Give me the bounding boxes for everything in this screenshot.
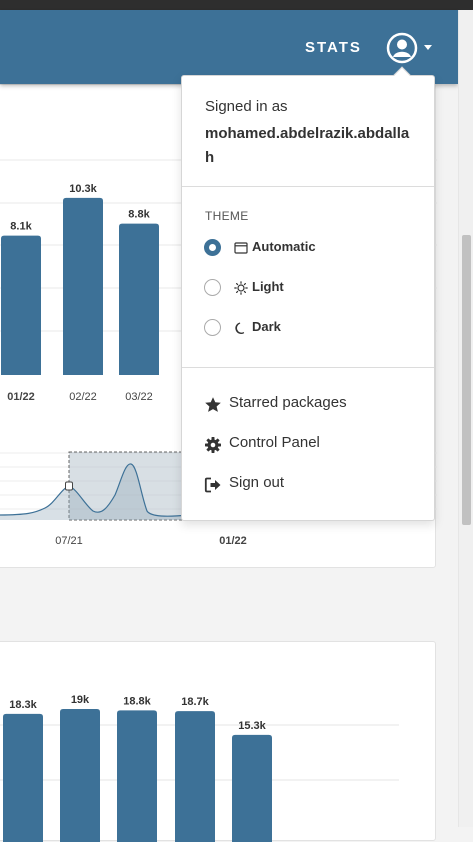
menu-divider xyxy=(182,186,434,187)
star-icon xyxy=(205,397,221,412)
bar xyxy=(175,711,215,842)
bar xyxy=(232,734,272,842)
bar-data-label: 19k xyxy=(71,694,90,706)
bar xyxy=(119,223,159,375)
caret-down-icon xyxy=(424,45,432,50)
sign-out-icon xyxy=(204,477,221,493)
x-tick-label: 01/22 xyxy=(7,391,35,403)
theme-option-label: Dark xyxy=(252,319,281,334)
radio-light[interactable] xyxy=(204,279,221,296)
moon-icon xyxy=(235,322,245,334)
sign-out-link[interactable]: Sign out xyxy=(204,473,414,497)
bar xyxy=(1,235,41,375)
top-navbar: STATS xyxy=(0,10,458,84)
theme-option-dark[interactable]: Dark xyxy=(204,317,404,341)
bar-data-label: 8.8k xyxy=(128,209,150,221)
bar-data-label: 15.3k xyxy=(238,720,266,732)
signed-in-label: Signed in as xyxy=(205,98,288,115)
bar-data-label: 18.7k xyxy=(181,696,209,708)
user-dropdown-menu: Signed in as mohamed.abdelrazik.abdallah… xyxy=(181,66,435,521)
radio-automatic[interactable] xyxy=(204,239,221,256)
versions-card: 18.3k 19k 18.8k 18.7k 15.3k xyxy=(0,641,436,842)
navigator-handle xyxy=(65,481,73,491)
second-bar-chart: 18.3k 19k 18.8k 18.7k 15.3k xyxy=(0,694,399,842)
page-scrollbar[interactable] xyxy=(458,10,473,827)
menu-item-label: Starred packages xyxy=(229,394,347,411)
radio-dark[interactable] xyxy=(204,319,221,336)
menu-item-label: Control Panel xyxy=(229,434,320,451)
bar xyxy=(63,197,103,375)
x-tick-label: 03/22 xyxy=(125,391,153,403)
bar xyxy=(3,713,43,842)
username: mohamed.abdelrazik.abdallah xyxy=(205,125,410,166)
x-tick-label: 02/22 xyxy=(69,391,97,403)
user-circle-icon xyxy=(386,32,418,64)
bar-data-label: 18.8k xyxy=(123,695,151,707)
bar xyxy=(60,709,100,842)
gear-icon xyxy=(205,437,221,453)
theme-option-light[interactable]: Light xyxy=(204,277,404,301)
sun-icon xyxy=(234,281,248,295)
menu-item-label: Sign out xyxy=(229,474,285,491)
bar xyxy=(117,710,157,842)
theme-heading: THEME xyxy=(205,209,249,223)
starred-packages-link[interactable]: Starred packages xyxy=(204,393,414,417)
scrollbar-thumb[interactable] xyxy=(462,235,471,525)
theme-option-label: Light xyxy=(252,279,284,294)
theme-option-automatic[interactable]: Automatic xyxy=(204,237,404,261)
bar-data-label: 18.3k xyxy=(9,699,37,711)
bar-data-label: 10.3k xyxy=(69,183,97,195)
bar-data-label: 8.1k xyxy=(10,221,32,233)
stats-link[interactable]: STATS xyxy=(305,39,362,56)
navigator-tick-label: 07/21 xyxy=(55,535,83,547)
browser-top-strip xyxy=(0,0,473,10)
control-panel-link[interactable]: Control Panel xyxy=(204,433,414,457)
window-icon xyxy=(234,242,248,254)
theme-option-label: Automatic xyxy=(252,239,316,254)
user-menu-toggle[interactable] xyxy=(386,32,436,64)
navigator-tick-label: 01/22 xyxy=(219,535,247,547)
menu-divider xyxy=(182,367,434,368)
